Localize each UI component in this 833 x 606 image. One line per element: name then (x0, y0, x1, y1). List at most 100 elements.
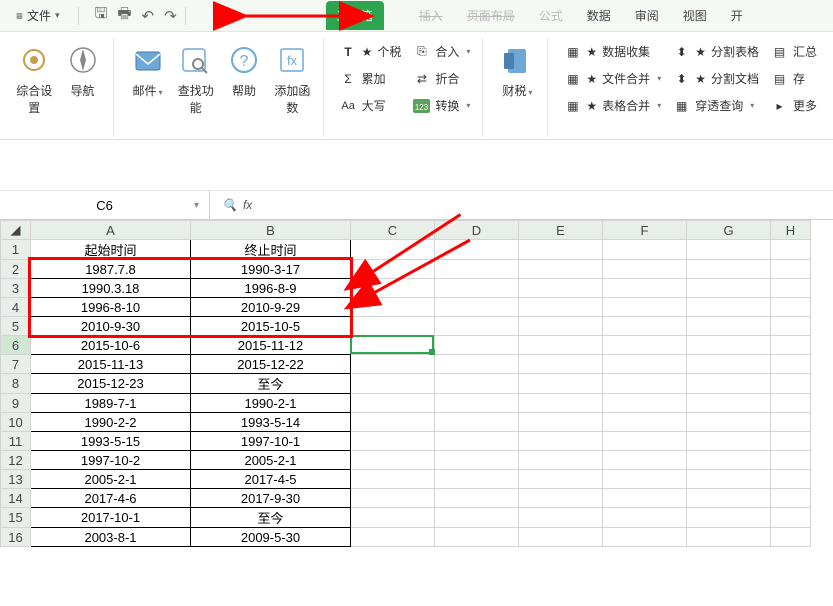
cell-F9[interactable] (603, 394, 687, 413)
cell-H2[interactable] (771, 260, 811, 279)
cell-A15[interactable]: 2017-10-1 (31, 508, 191, 528)
redo-icon[interactable]: ↷ (164, 7, 177, 25)
col-header-G[interactable]: G (687, 221, 771, 240)
cell-D15[interactable] (435, 508, 519, 528)
cell-F8[interactable] (603, 374, 687, 394)
btn-mail[interactable]: 邮件▾ (124, 38, 172, 103)
fx-area[interactable]: 🔍 fx (210, 198, 264, 212)
cell-B4[interactable]: 2010-9-29 (191, 298, 351, 317)
row-header-16[interactable]: 16 (1, 528, 31, 547)
cell-A10[interactable]: 1990-2-2 (31, 413, 191, 432)
cell-F16[interactable] (603, 528, 687, 547)
row-header-12[interactable]: 12 (1, 451, 31, 470)
cell-E14[interactable] (519, 489, 603, 508)
cell-C9[interactable] (351, 394, 435, 413)
cell-H1[interactable] (771, 240, 811, 260)
cell-B12[interactable]: 2005-2-1 (191, 451, 351, 470)
cell-B7[interactable]: 2015-12-22 (191, 355, 351, 374)
btn-find[interactable]: 查找功能 (172, 38, 221, 120)
menu-button[interactable]: ≡ 文件 ▾ (6, 3, 70, 28)
btn-navigation[interactable]: 导航 (59, 38, 107, 103)
btn-sum[interactable]: Σ累加 (334, 67, 408, 90)
row-header-6[interactable]: 6 (1, 336, 31, 355)
cell-F10[interactable] (603, 413, 687, 432)
row-header-2[interactable]: 2 (1, 260, 31, 279)
col-header-D[interactable]: D (435, 221, 519, 240)
btn-help[interactable]: ? 帮助 (220, 38, 268, 103)
cell-G2[interactable] (687, 260, 771, 279)
cell-A3[interactable]: 1990.3.18 (31, 279, 191, 298)
cell-G3[interactable] (687, 279, 771, 298)
btn-merge[interactable]: ⎘合入▾ (407, 40, 476, 63)
cell-A7[interactable]: 2015-11-13 (31, 355, 191, 374)
cell-B11[interactable]: 1997-10-1 (191, 432, 351, 451)
cell-A4[interactable]: 1996-8-10 (31, 298, 191, 317)
cell-H4[interactable] (771, 298, 811, 317)
cell-F13[interactable] (603, 470, 687, 489)
cell-F5[interactable] (603, 317, 687, 336)
cell-C8[interactable] (351, 374, 435, 394)
cell-D3[interactable] (435, 279, 519, 298)
cell-D14[interactable] (435, 489, 519, 508)
col-header-B[interactable]: B (191, 221, 351, 240)
cell-D9[interactable] (435, 394, 519, 413)
col-header-A[interactable]: A (31, 221, 191, 240)
cell-B15[interactable]: 至今 (191, 508, 351, 528)
cell-C16[interactable] (351, 528, 435, 547)
cell-D8[interactable] (435, 374, 519, 394)
cell-G11[interactable] (687, 432, 771, 451)
cell-A1[interactable]: 起始时间 (31, 240, 191, 260)
cell-D16[interactable] (435, 528, 519, 547)
cell-B14[interactable]: 2017-9-30 (191, 489, 351, 508)
cell-E4[interactable] (519, 298, 603, 317)
cell-A14[interactable]: 2017-4-6 (31, 489, 191, 508)
cell-F12[interactable] (603, 451, 687, 470)
zoom-icon[interactable]: 🔍 (222, 198, 237, 212)
btn-comprehensive-settings[interactable]: 综合设置 (10, 38, 59, 120)
cell-C11[interactable] (351, 432, 435, 451)
col-header-C[interactable]: C (351, 221, 435, 240)
btn-save2[interactable]: ▤存 (765, 67, 823, 90)
cell-G6[interactable] (687, 336, 771, 355)
cell-H16[interactable] (771, 528, 811, 547)
btn-file-merge[interactable]: ▦★文件合并▾ (558, 67, 667, 90)
undo-icon[interactable]: ↶ (142, 7, 155, 25)
cell-C14[interactable] (351, 489, 435, 508)
btn-table-merge[interactable]: ▦★表格合并▾ (558, 94, 667, 117)
cell-E7[interactable] (519, 355, 603, 374)
tab-view[interactable]: 视图 (672, 1, 718, 30)
row-header-11[interactable]: 11 (1, 432, 31, 451)
cell-H6[interactable] (771, 336, 811, 355)
cell-E13[interactable] (519, 470, 603, 489)
btn-split-table[interactable]: ⬍★分割表格 (667, 40, 765, 63)
cell-G9[interactable] (687, 394, 771, 413)
btn-summary[interactable]: ▤汇总 (765, 40, 823, 63)
tab-review[interactable]: 审阅 (624, 1, 670, 30)
btn-drill[interactable]: ▦穿透查询▾ (667, 94, 765, 117)
cell-E2[interactable] (519, 260, 603, 279)
btn-convert[interactable]: ⇄折合 (407, 67, 476, 90)
chevron-down-icon[interactable]: ▾ (194, 200, 199, 211)
btn-upper[interactable]: Aa大写 (334, 94, 408, 117)
cell-D4[interactable] (435, 298, 519, 317)
cell-E11[interactable] (519, 432, 603, 451)
cell-C15[interactable] (351, 508, 435, 528)
row-header-15[interactable]: 15 (1, 508, 31, 528)
cell-D1[interactable] (435, 240, 519, 260)
cell-D12[interactable] (435, 451, 519, 470)
cell-C7[interactable] (351, 355, 435, 374)
cell-G4[interactable] (687, 298, 771, 317)
tab-toolbox[interactable]: 工具箱 (326, 1, 384, 30)
cell-B13[interactable]: 2017-4-5 (191, 470, 351, 489)
name-box[interactable]: ▾ (0, 191, 210, 219)
btn-tax[interactable]: T★个税 (334, 40, 408, 63)
cell-G13[interactable] (687, 470, 771, 489)
select-all-corner[interactable]: ◢ (1, 221, 31, 240)
cell-A6[interactable]: 2015-10-6 (31, 336, 191, 355)
cell-F1[interactable] (603, 240, 687, 260)
cell-G10[interactable] (687, 413, 771, 432)
cell-C4[interactable] (351, 298, 435, 317)
cell-G12[interactable] (687, 451, 771, 470)
col-header-F[interactable]: F (603, 221, 687, 240)
cell-C12[interactable] (351, 451, 435, 470)
